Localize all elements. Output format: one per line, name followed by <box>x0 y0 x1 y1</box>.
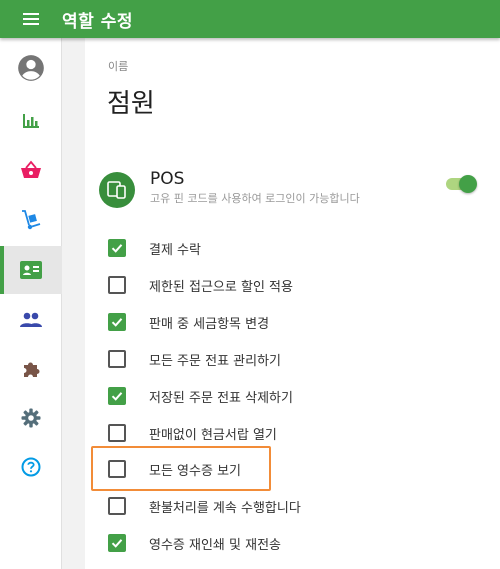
pos-toggle[interactable] <box>446 175 477 193</box>
checkbox-unchecked[interactable] <box>108 276 126 294</box>
sidebar <box>0 38 62 569</box>
permission-label: 영수증 재인쇄 및 재전송 <box>149 537 281 553</box>
checkbox-checked[interactable] <box>108 387 126 405</box>
account-circle-icon <box>18 55 44 81</box>
permission-change-taxes[interactable]: 판매 중 세금항목 변경 <box>108 310 269 334</box>
pos-device-icon <box>99 172 135 208</box>
sidebar-item-help[interactable] <box>0 443 62 491</box>
permission-accept-payments[interactable]: 결제 수락 <box>108 236 201 260</box>
sidebar-item-integrations[interactable] <box>0 345 62 393</box>
checkbox-checked[interactable] <box>108 239 126 257</box>
checkbox-unchecked[interactable] <box>108 497 126 515</box>
menu-button[interactable] <box>0 0 62 38</box>
sidebar-item-employees[interactable] <box>0 246 62 294</box>
sidebar-item-items[interactable] <box>0 146 62 194</box>
gear-icon <box>21 408 41 428</box>
permission-label: 저장된 주문 전표 삭제하기 <box>149 390 293 406</box>
hand-truck-icon <box>22 210 41 230</box>
permission-reprint-receipts[interactable]: 영수증 재인쇄 및 재전송 <box>108 531 281 555</box>
puzzle-icon <box>24 362 40 377</box>
bar-chart-icon <box>23 114 39 128</box>
check-icon <box>111 318 123 327</box>
check-icon <box>111 244 123 253</box>
permission-label: 환불처리를 계속 수행합니다 <box>149 500 301 516</box>
checkbox-unchecked[interactable] <box>108 424 126 442</box>
permission-refunds[interactable]: 환불처리를 계속 수행합니다 <box>108 494 301 518</box>
permission-label: 결제 수락 <box>149 242 201 258</box>
app-bar: 역할 수정 <box>0 0 500 38</box>
pos-title: POS <box>150 169 185 189</box>
sidebar-item-inventory[interactable] <box>0 196 62 244</box>
page-title: 역할 수정 <box>62 11 133 32</box>
permission-manage-tickets[interactable]: 모든 주문 전표 관리하기 <box>108 347 281 371</box>
permission-label: 판매없이 현금서랍 열기 <box>149 427 277 443</box>
name-field-label: 이름 <box>108 60 129 73</box>
help-icon <box>21 457 41 477</box>
permission-label: 모든 주문 전표 관리하기 <box>149 353 281 369</box>
people-icon <box>20 312 42 327</box>
permission-delete-tickets[interactable]: 저장된 주문 전표 삭제하기 <box>108 384 293 408</box>
sidebar-item-account[interactable] <box>0 44 62 92</box>
hamburger-icon <box>23 13 39 25</box>
checkbox-checked[interactable] <box>108 313 126 331</box>
permission-open-cash-drawer[interactable]: 판매없이 현금서랍 열기 <box>108 421 277 445</box>
permission-label: 판매 중 세금항목 변경 <box>149 316 270 332</box>
permission-label: 제한된 접근으로 할인 적용 <box>149 279 293 295</box>
basket-icon <box>21 160 41 178</box>
pos-description: 고유 핀 코드를 사용하여 로그인이 가능합니다 <box>150 192 360 205</box>
name-field[interactable]: 점원 <box>107 83 155 120</box>
id-card-icon <box>20 261 42 279</box>
checkbox-checked[interactable] <box>108 534 126 552</box>
checkbox-unchecked[interactable] <box>108 350 126 368</box>
check-icon <box>111 539 123 548</box>
check-icon <box>111 392 123 401</box>
sidebar-item-customers[interactable] <box>0 296 62 344</box>
permission-discounts[interactable]: 제한된 접근으로 할인 적용 <box>108 273 293 297</box>
sidebar-item-reports[interactable] <box>0 97 62 145</box>
sidebar-item-settings[interactable] <box>0 394 62 442</box>
highlight-box <box>91 446 271 491</box>
